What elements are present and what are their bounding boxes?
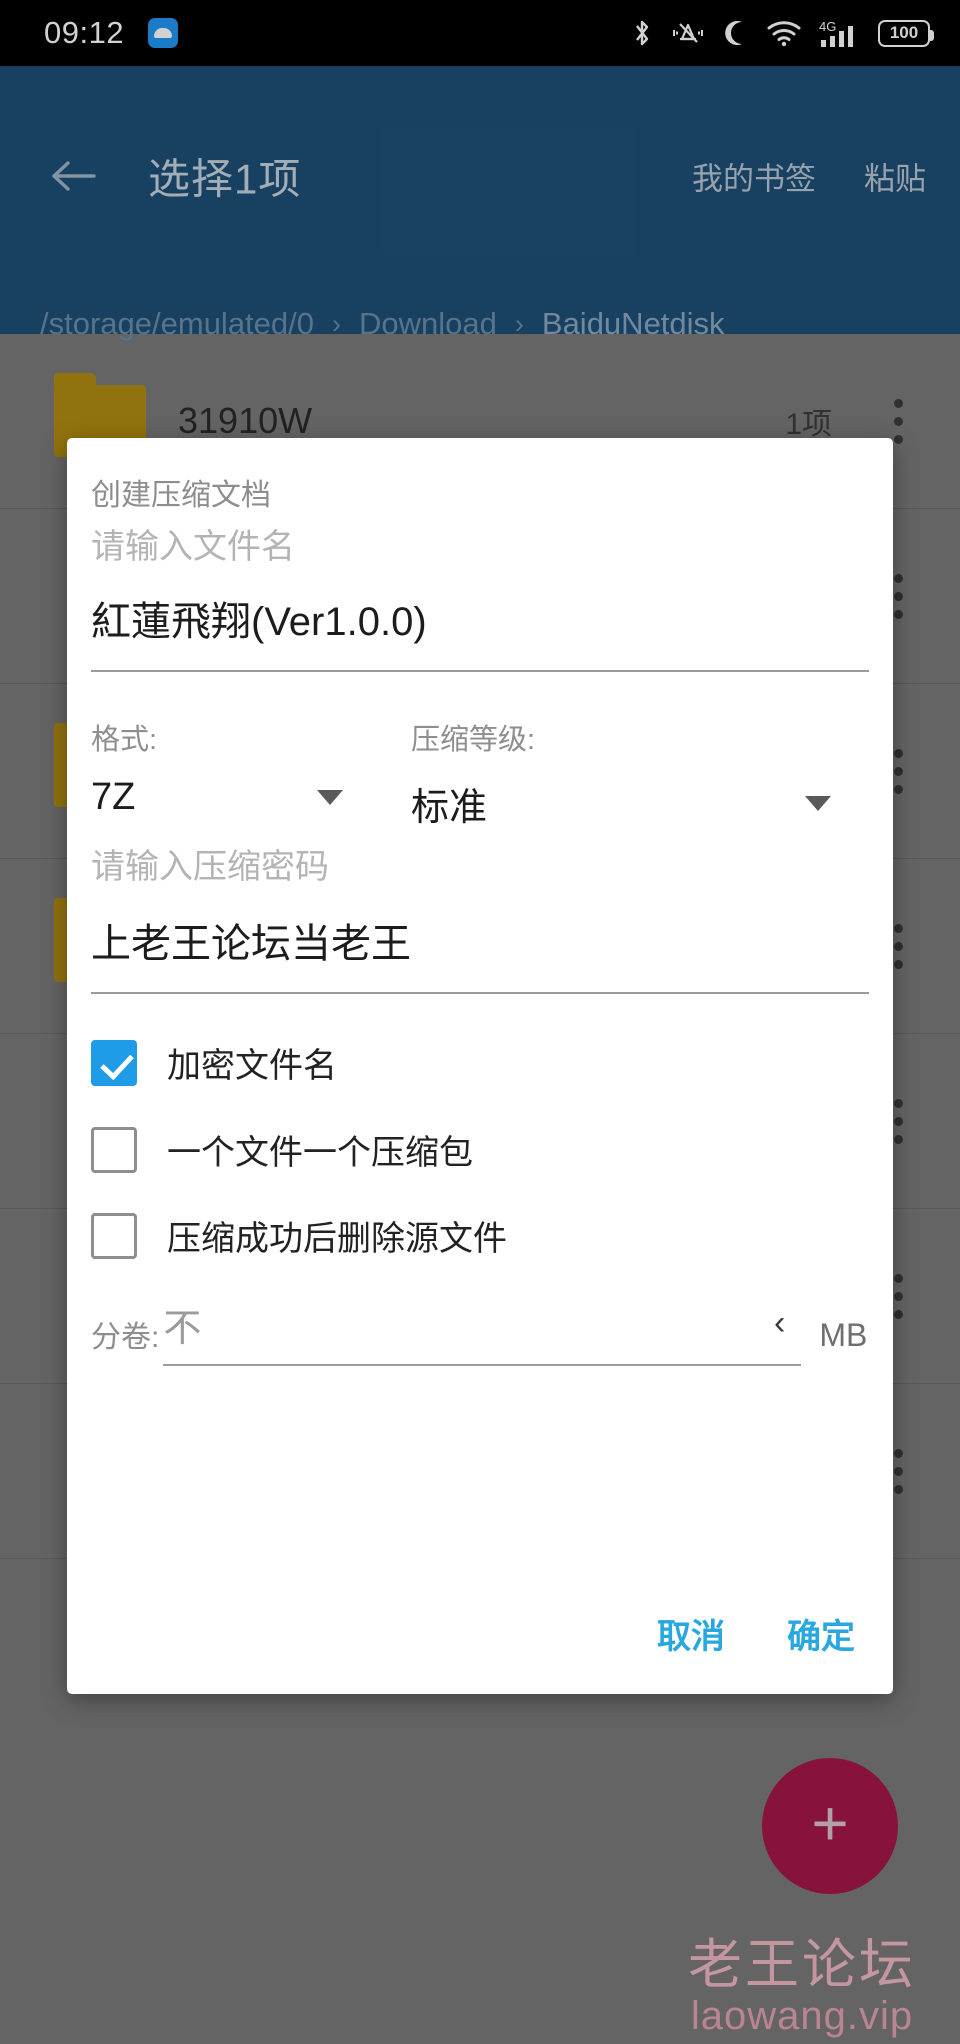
- split-volume-field[interactable]: 不 ‹: [163, 1306, 802, 1366]
- filename-field[interactable]: 请输入文件名 紅蓮飛翔(Ver1.0.0): [91, 530, 869, 672]
- split-volume-row: 分卷: 不 ‹ MB: [91, 1306, 893, 1366]
- format-selector[interactable]: 格式: 7Z: [91, 716, 343, 831]
- password-field[interactable]: 请输入压缩密码 上老王论坛当老王: [91, 850, 869, 994]
- chevron-down-icon: [317, 790, 343, 805]
- chevron-down-icon: [805, 796, 831, 811]
- checkbox-unchecked-icon[interactable]: [91, 1126, 137, 1173]
- checkbox-one-archive-per-file[interactable]: 一个文件一个压缩包: [91, 1125, 473, 1174]
- checkbox-label: 一个文件一个压缩包: [167, 1134, 473, 1172]
- split-volume-label: 分卷:: [91, 1321, 160, 1354]
- compression-level-selector[interactable]: 压缩等级: 标准: [411, 716, 831, 831]
- create-archive-dialog: 创建压缩文档 请输入文件名 紅蓮飛翔(Ver1.0.0) 格式: 7Z 压缩等级…: [67, 438, 893, 1694]
- confirm-button[interactable]: 确定: [787, 1609, 855, 1658]
- chevron-left-icon[interactable]: ‹: [774, 1306, 785, 1340]
- format-label: 格式:: [91, 724, 158, 756]
- cancel-button[interactable]: 取消: [657, 1609, 725, 1658]
- password-placeholder: 请输入压缩密码: [91, 848, 329, 886]
- split-volume-value[interactable]: 不: [163, 1310, 801, 1364]
- checkbox-encrypt-filenames[interactable]: 加密文件名: [91, 1038, 337, 1087]
- split-volume-unit: MB: [819, 1317, 868, 1353]
- filename-underline: [91, 670, 869, 672]
- filename-placeholder: 请输入文件名: [91, 528, 295, 566]
- format-value: 7Z: [91, 776, 136, 818]
- checkbox-checked-icon[interactable]: [91, 1039, 137, 1086]
- archive-options-row: 格式: 7Z 压缩等级: 标准: [91, 716, 869, 831]
- checkbox-label: 压缩成功后删除源文件: [167, 1220, 507, 1258]
- filename-input[interactable]: 紅蓮飛翔(Ver1.0.0): [91, 602, 869, 642]
- password-input[interactable]: 上老王论坛当老王: [91, 924, 869, 964]
- compression-level-label: 压缩等级:: [411, 724, 536, 756]
- dialog-title: 创建压缩文档: [91, 479, 271, 512]
- checkbox-delete-source-after-success[interactable]: 压缩成功后删除源文件: [91, 1211, 507, 1260]
- checkbox-label: 加密文件名: [167, 1047, 337, 1085]
- phone-screen: 09:12 4G 100 选择1项 我的书签 粘贴 /storage/emula…: [0, 0, 960, 2044]
- password-underline: [91, 992, 869, 994]
- compression-level-value: 标准: [411, 787, 488, 829]
- checkbox-unchecked-icon[interactable]: [91, 1212, 137, 1259]
- dialog-actions: 取消 确定: [657, 1609, 855, 1658]
- split-volume-underline: [163, 1364, 802, 1366]
